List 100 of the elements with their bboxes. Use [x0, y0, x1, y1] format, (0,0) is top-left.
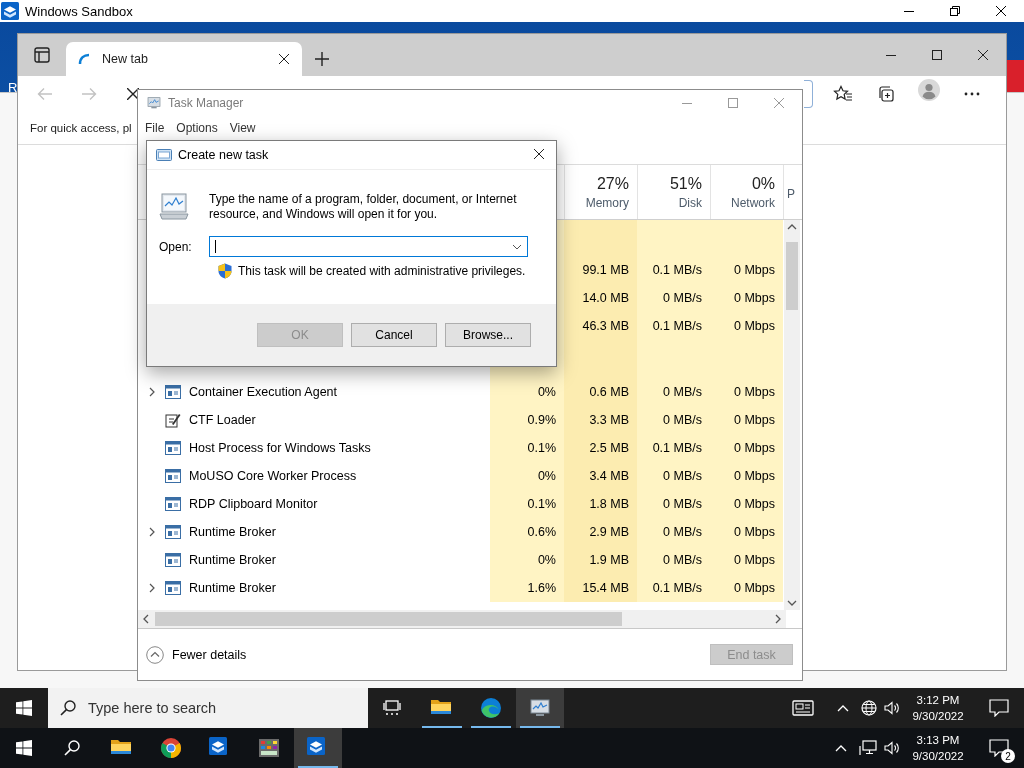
pen-icon: [165, 412, 181, 428]
volume-icon[interactable]: [884, 741, 900, 755]
menu-item[interactable]: Options: [170, 121, 224, 135]
table-cell: 0 Mbps: [710, 546, 783, 574]
menu-item[interactable]: File: [139, 121, 171, 135]
window-title: Windows Sandbox: [25, 3, 133, 19]
process-name: MoUSO Core Worker Process: [189, 469, 357, 483]
process-name: Runtime Broker: [189, 581, 276, 595]
expand-chevron-icon[interactable]: [149, 387, 155, 397]
window-icon: [165, 581, 181, 595]
quick-access-text: For quick access, pl: [30, 122, 132, 134]
dialog-button[interactable]: Cancel: [351, 323, 437, 347]
window-icon: [165, 385, 181, 399]
network-icon[interactable]: [859, 740, 877, 756]
scroll-left-icon: [143, 614, 149, 624]
menu-item[interactable]: View: [223, 121, 262, 135]
star-list-icon: [833, 85, 853, 103]
window-icon: [165, 441, 181, 455]
scrollbar-thumb[interactable]: [155, 612, 622, 626]
window-icon: [165, 553, 181, 567]
fewer-details-link[interactable]: Fewer details: [172, 647, 247, 662]
window-icon: [165, 525, 181, 539]
browser-tab[interactable]: New tab: [66, 42, 302, 76]
table-cell: 2.5 MB: [564, 434, 637, 462]
plus-icon: [315, 52, 329, 66]
table-cell: 0 MB/s: [637, 546, 710, 574]
table-cell: 0%: [490, 546, 564, 574]
search-icon: [60, 700, 76, 716]
scroll-right-icon: [775, 614, 781, 624]
table-cell: 0.1 MB/s: [637, 256, 710, 284]
column-percent: 51%: [669, 174, 702, 193]
table-cell: 0.1 MB/s: [637, 434, 710, 462]
dropdown-caret-icon: [511, 243, 522, 250]
collections-icon: [877, 85, 895, 103]
chat-bubble-icon: [989, 699, 1009, 717]
process-name: Runtime Broker: [189, 553, 276, 567]
table-cell: 0.1 MB/s: [637, 574, 710, 602]
more-icon: [964, 92, 980, 96]
column-header[interactable]: Memory: [585, 195, 629, 210]
table-cell: 0 Mbps: [710, 378, 783, 406]
close-icon: [978, 50, 988, 60]
column-header[interactable]: Network: [731, 195, 775, 210]
sidebar-icon: [34, 47, 50, 63]
table-cell: 1.6%: [490, 574, 564, 602]
scroll-down-icon: [787, 600, 797, 606]
table-cell: 1.9 MB: [564, 546, 637, 574]
chevron-up-icon[interactable]: [837, 704, 849, 712]
table-cell: 0 Mbps: [710, 518, 783, 546]
column-percent: 27%: [596, 174, 629, 193]
clock-date: 9/30/2022: [912, 709, 964, 724]
collapse-chevron-icon[interactable]: [146, 645, 164, 664]
table-cell: 0 Mbps: [710, 406, 783, 434]
table-cell: 0 Mbps: [710, 490, 783, 518]
close-icon: [534, 149, 546, 161]
browser-icon: [479, 696, 503, 720]
table-cell: 0 Mbps: [710, 434, 783, 462]
search-field[interactable]: Type here to search: [48, 688, 368, 728]
dialog-button[interactable]: Browse...: [445, 323, 531, 347]
table-cell: 46.3 MB: [564, 312, 637, 340]
process-name: Host Process for Windows Tasks: [189, 441, 371, 455]
horizontal-scrollbar[interactable]: [138, 610, 786, 628]
close-icon: [279, 54, 289, 64]
scroll-up-icon: [787, 224, 797, 230]
table-cell: 0 MB/s: [637, 284, 710, 312]
close-icon: [996, 6, 1006, 16]
expand-chevron-icon[interactable]: [149, 583, 155, 593]
table-cell: 0 MB/s: [637, 406, 710, 434]
clock-date: 9/30/2022: [912, 749, 964, 764]
dialog-title: Create new task: [178, 148, 269, 162]
stop-icon[interactable]: [127, 88, 139, 100]
search-icon: [64, 740, 80, 756]
avatar-icon[interactable]: [918, 79, 940, 101]
expand-chevron-icon[interactable]: [149, 527, 155, 537]
volume-icon[interactable]: [884, 701, 900, 715]
table-cell: 14.0 MB: [564, 284, 637, 312]
table-cell: 3.4 MB: [564, 462, 637, 490]
window-icon: [165, 469, 181, 483]
table-cell: 0 MB/s: [637, 518, 710, 546]
taskbar-app-button[interactable]: [516, 688, 564, 728]
shield-icon: [218, 263, 232, 279]
process-name: CTF Loader: [189, 413, 256, 427]
window-icon: [165, 497, 181, 511]
table-cell: 2.9 MB: [564, 518, 637, 546]
taskbar-app-button[interactable]: [294, 728, 342, 768]
chevron-up-icon[interactable]: [835, 744, 847, 752]
close-icon: [774, 98, 784, 108]
table-cell: 0%: [490, 378, 564, 406]
table-cell: 3.3 MB: [564, 406, 637, 434]
open-combobox[interactable]: [208, 236, 528, 257]
vertical-scrollbar[interactable]: [784, 220, 800, 610]
table-cell: 0 Mbps: [710, 312, 783, 340]
column-header[interactable]: P: [787, 186, 795, 201]
news-icon[interactable]: [792, 700, 814, 716]
notification-button[interactable]: 2: [974, 728, 1024, 768]
globe-icon[interactable]: [861, 700, 877, 716]
table-cell: 0.1%: [490, 490, 564, 518]
clock-time: 3:13 PM: [916, 733, 960, 748]
scrollbar-thumb[interactable]: [786, 242, 798, 310]
column-header[interactable]: Disk: [678, 195, 702, 210]
process-name: Runtime Broker: [189, 525, 276, 539]
